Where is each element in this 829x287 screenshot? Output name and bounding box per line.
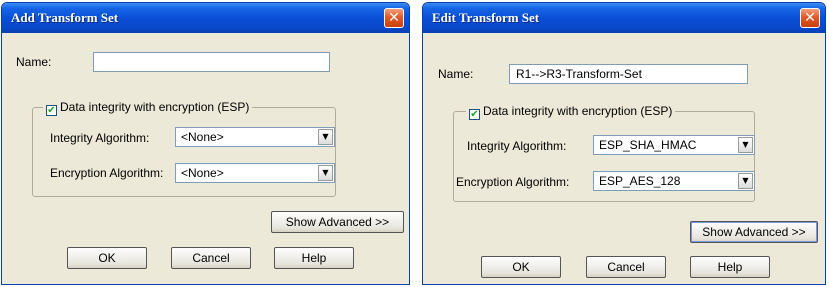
dialog-body: Name: ✔ Data integrity with encryption (E… <box>5 33 406 281</box>
show-advanced-button[interactable]: Show Advanced >> <box>690 221 818 243</box>
encryption-algorithm-value: <None> <box>181 166 224 180</box>
integrity-algorithm-value: <None> <box>181 130 224 144</box>
encryption-algorithm-label: Encryption Algorithm: <box>456 175 570 189</box>
edit-transform-set-dialog: Edit Transform Set ✕ Name: R1-->R3-Trans… <box>422 2 826 285</box>
encryption-algorithm-value: ESP_AES_128 <box>599 174 681 188</box>
encryption-algorithm-label: Encryption Algorithm: <box>50 166 164 180</box>
esp-integrity-checkbox-label: Data integrity with encryption (ESP) <box>483 104 673 118</box>
encryption-algorithm-select[interactable]: ESP_AES_128 ▼ <box>593 171 755 191</box>
name-field[interactable]: R1-->R3-Transform-Set <box>509 64 748 84</box>
checkbox-checked-icon[interactable]: ✔ <box>46 105 57 116</box>
name-label: Name: <box>438 67 474 81</box>
esp-integrity-legend[interactable]: ✔ Data integrity with encryption (ESP) <box>466 104 676 120</box>
cancel-button[interactable]: Cancel <box>171 247 251 269</box>
title-bar[interactable]: Add Transform Set ✕ <box>2 3 409 33</box>
cancel-button[interactable]: Cancel <box>586 256 666 278</box>
integrity-algorithm-select[interactable]: <None> ▼ <box>175 127 335 147</box>
esp-integrity-checkbox-label: Data integrity with encryption (ESP) <box>60 100 250 114</box>
dialog-title: Edit Transform Set <box>432 10 540 25</box>
esp-integrity-group <box>32 107 336 197</box>
name-field[interactable] <box>93 52 330 72</box>
name-label: Name: <box>16 55 52 69</box>
add-transform-set-dialog: Add Transform Set ✕ Name: ✔ Data integrit… <box>1 2 410 285</box>
title-bar[interactable]: Edit Transform Set ✕ <box>423 3 825 33</box>
checkbox-checked-icon[interactable]: ✔ <box>469 109 480 120</box>
help-button[interactable]: Help <box>274 247 354 269</box>
esp-integrity-legend[interactable]: ✔ Data integrity with encryption (ESP) <box>43 100 253 116</box>
integrity-algorithm-select[interactable]: ESP_SHA_HMAC ▼ <box>593 135 755 155</box>
integrity-algorithm-value: ESP_SHA_HMAC <box>599 138 697 152</box>
chevron-down-icon[interactable]: ▼ <box>738 137 753 153</box>
ok-button[interactable]: OK <box>67 247 147 269</box>
dialog-body: Name: R1-->R3-Transform-Set ✔ Data integr… <box>426 33 822 281</box>
integrity-algorithm-label: Integrity Algorithm: <box>50 131 150 145</box>
chevron-down-icon[interactable]: ▼ <box>318 129 333 145</box>
dialog-title: Add Transform Set <box>11 10 119 25</box>
encryption-algorithm-select[interactable]: <None> ▼ <box>175 163 335 183</box>
chevron-down-icon[interactable]: ▼ <box>738 173 753 189</box>
integrity-algorithm-label: Integrity Algorithm: <box>467 139 567 153</box>
ok-button[interactable]: OK <box>481 256 561 278</box>
help-button[interactable]: Help <box>690 256 770 278</box>
show-advanced-button[interactable]: Show Advanced >> <box>271 211 404 233</box>
chevron-down-icon[interactable]: ▼ <box>318 165 333 181</box>
close-icon[interactable]: ✕ <box>800 8 820 28</box>
close-icon[interactable]: ✕ <box>384 8 404 28</box>
